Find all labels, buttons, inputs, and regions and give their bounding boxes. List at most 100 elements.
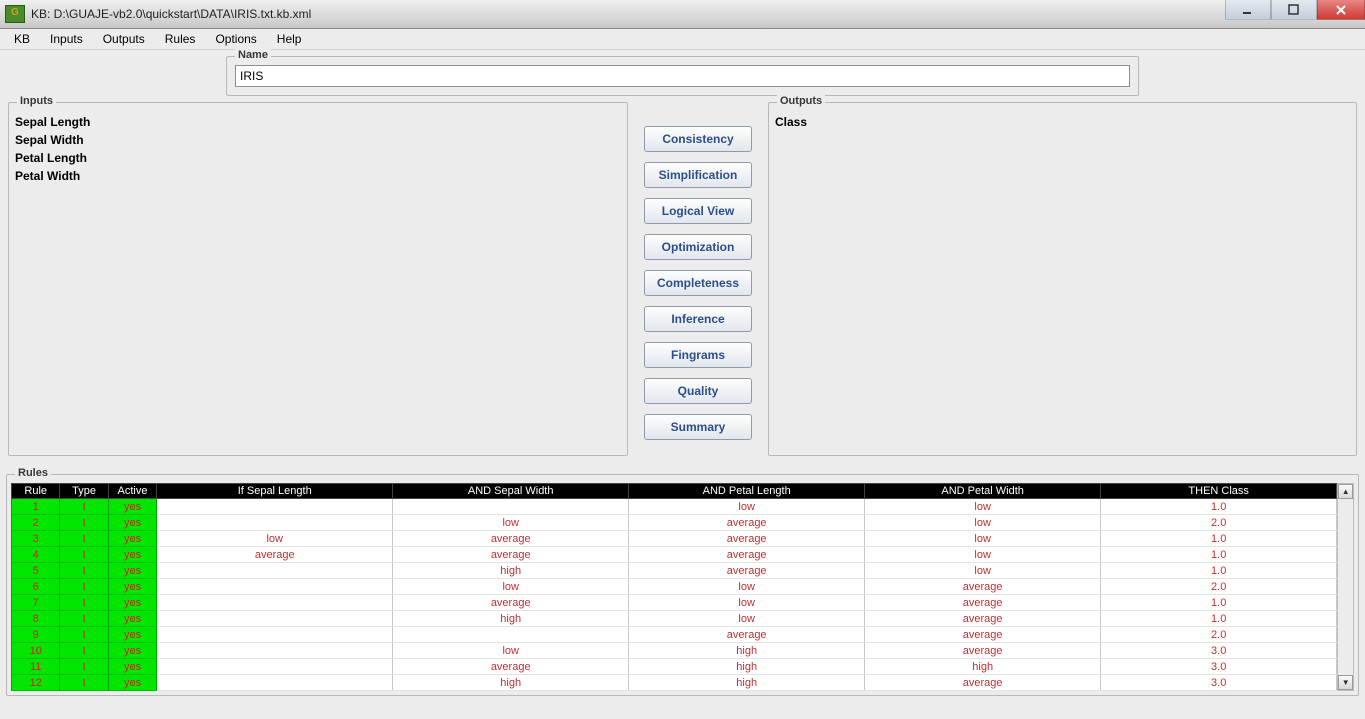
cell-active[interactable]: yes bbox=[108, 515, 156, 531]
cell-type[interactable]: I bbox=[60, 563, 108, 579]
col-and-sepal-width[interactable]: AND Sepal Width bbox=[393, 484, 629, 499]
col-active[interactable]: Active bbox=[108, 484, 156, 499]
cell-active[interactable]: yes bbox=[108, 563, 156, 579]
cell-c4[interactable]: average bbox=[865, 595, 1101, 611]
cell-n[interactable]: 4 bbox=[12, 547, 60, 563]
cell-c4[interactable]: average bbox=[865, 579, 1101, 595]
maximize-button[interactable] bbox=[1271, 0, 1317, 20]
rules-scrollbar[interactable]: ▲ ▼ bbox=[1337, 483, 1354, 691]
table-row[interactable]: 7Iyesaveragelowaverage1.0 bbox=[12, 595, 1337, 611]
cell-r[interactable]: 1.0 bbox=[1101, 563, 1337, 579]
cell-c4[interactable]: low bbox=[865, 515, 1101, 531]
col-rule[interactable]: Rule bbox=[12, 484, 60, 499]
cell-active[interactable]: yes bbox=[108, 675, 156, 691]
cell-c2[interactable]: low bbox=[393, 579, 629, 595]
scroll-up-icon[interactable]: ▲ bbox=[1338, 484, 1353, 499]
cell-type[interactable]: I bbox=[60, 595, 108, 611]
cell-active[interactable]: yes bbox=[108, 627, 156, 643]
cell-c1[interactable] bbox=[157, 611, 393, 627]
cell-r[interactable]: 1.0 bbox=[1101, 595, 1337, 611]
cell-r[interactable]: 3.0 bbox=[1101, 659, 1337, 675]
cell-c1[interactable]: average bbox=[157, 547, 393, 563]
col-and-petal-width[interactable]: AND Petal Width bbox=[865, 484, 1101, 499]
cell-c1[interactable] bbox=[157, 595, 393, 611]
menu-rules[interactable]: Rules bbox=[157, 30, 204, 48]
cell-c3[interactable]: average bbox=[629, 531, 865, 547]
menu-help[interactable]: Help bbox=[269, 30, 310, 48]
cell-type[interactable]: I bbox=[60, 547, 108, 563]
cell-r[interactable]: 2.0 bbox=[1101, 627, 1337, 643]
cell-c4[interactable]: low bbox=[865, 531, 1101, 547]
cell-c2[interactable]: low bbox=[393, 515, 629, 531]
cell-c3[interactable]: low bbox=[629, 595, 865, 611]
cell-c3[interactable]: average bbox=[629, 547, 865, 563]
cell-active[interactable]: yes bbox=[108, 579, 156, 595]
list-item[interactable]: Petal Width bbox=[15, 167, 621, 185]
cell-r[interactable]: 1.0 bbox=[1101, 611, 1337, 627]
cell-n[interactable]: 9 bbox=[12, 627, 60, 643]
cell-c3[interactable]: average bbox=[629, 515, 865, 531]
completeness-button[interactable]: Completeness bbox=[644, 270, 752, 296]
cell-c2[interactable]: high bbox=[393, 611, 629, 627]
cell-n[interactable]: 6 bbox=[12, 579, 60, 595]
cell-c3[interactable]: average bbox=[629, 627, 865, 643]
cell-r[interactable]: 3.0 bbox=[1101, 643, 1337, 659]
cell-c4[interactable]: low bbox=[865, 563, 1101, 579]
cell-type[interactable]: I bbox=[60, 611, 108, 627]
cell-active[interactable]: yes bbox=[108, 659, 156, 675]
cell-c3[interactable]: high bbox=[629, 659, 865, 675]
cell-n[interactable]: 2 bbox=[12, 515, 60, 531]
cell-type[interactable]: I bbox=[60, 675, 108, 691]
cell-c4[interactable]: average bbox=[865, 611, 1101, 627]
table-row[interactable]: 9Iyesaverageaverage2.0 bbox=[12, 627, 1337, 643]
cell-c2[interactable] bbox=[393, 499, 629, 515]
table-row[interactable]: 4Iyesaverageaverageaveragelow1.0 bbox=[12, 547, 1337, 563]
cell-r[interactable]: 1.0 bbox=[1101, 547, 1337, 563]
table-row[interactable]: 8Iyeshighlowaverage1.0 bbox=[12, 611, 1337, 627]
col-and-petal-length[interactable]: AND Petal Length bbox=[629, 484, 865, 499]
cell-n[interactable]: 11 bbox=[12, 659, 60, 675]
cell-c4[interactable]: high bbox=[865, 659, 1101, 675]
cell-type[interactable]: I bbox=[60, 531, 108, 547]
cell-r[interactable]: 1.0 bbox=[1101, 531, 1337, 547]
cell-type[interactable]: I bbox=[60, 659, 108, 675]
table-row[interactable]: 6Iyeslowlowaverage2.0 bbox=[12, 579, 1337, 595]
cell-n[interactable]: 3 bbox=[12, 531, 60, 547]
col-then-class[interactable]: THEN Class bbox=[1101, 484, 1337, 499]
cell-c2[interactable]: average bbox=[393, 547, 629, 563]
cell-c3[interactable]: high bbox=[629, 675, 865, 691]
menu-options[interactable]: Options bbox=[207, 30, 264, 48]
logical-view-button[interactable]: Logical View bbox=[644, 198, 752, 224]
cell-n[interactable]: 1 bbox=[12, 499, 60, 515]
cell-c2[interactable]: average bbox=[393, 531, 629, 547]
col-type[interactable]: Type bbox=[60, 484, 108, 499]
cell-type[interactable]: I bbox=[60, 499, 108, 515]
cell-c4[interactable]: average bbox=[865, 675, 1101, 691]
table-row[interactable]: 12Iyeshighhighaverage3.0 bbox=[12, 675, 1337, 691]
cell-c2[interactable]: high bbox=[393, 563, 629, 579]
name-input[interactable] bbox=[235, 65, 1130, 87]
cell-active[interactable]: yes bbox=[108, 643, 156, 659]
table-row[interactable]: 10Iyeslowhighaverage3.0 bbox=[12, 643, 1337, 659]
minimize-button[interactable] bbox=[1225, 0, 1271, 20]
cell-c1[interactable] bbox=[157, 579, 393, 595]
table-row[interactable]: 5Iyeshighaveragelow1.0 bbox=[12, 563, 1337, 579]
cell-c1[interactable] bbox=[157, 515, 393, 531]
cell-c4[interactable]: low bbox=[865, 547, 1101, 563]
cell-active[interactable]: yes bbox=[108, 499, 156, 515]
cell-n[interactable]: 12 bbox=[12, 675, 60, 691]
cell-r[interactable]: 2.0 bbox=[1101, 515, 1337, 531]
cell-active[interactable]: yes bbox=[108, 595, 156, 611]
cell-c3[interactable]: high bbox=[629, 643, 865, 659]
list-item[interactable]: Petal Length bbox=[15, 149, 621, 167]
cell-c1[interactable] bbox=[157, 563, 393, 579]
cell-c1[interactable] bbox=[157, 675, 393, 691]
cell-r[interactable]: 2.0 bbox=[1101, 579, 1337, 595]
cell-c3[interactable]: low bbox=[629, 499, 865, 515]
cell-c4[interactable]: low bbox=[865, 499, 1101, 515]
menu-kb[interactable]: KB bbox=[6, 30, 38, 48]
cell-c2[interactable] bbox=[393, 627, 629, 643]
menu-outputs[interactable]: Outputs bbox=[95, 30, 153, 48]
consistency-button[interactable]: Consistency bbox=[644, 126, 752, 152]
cell-type[interactable]: I bbox=[60, 643, 108, 659]
